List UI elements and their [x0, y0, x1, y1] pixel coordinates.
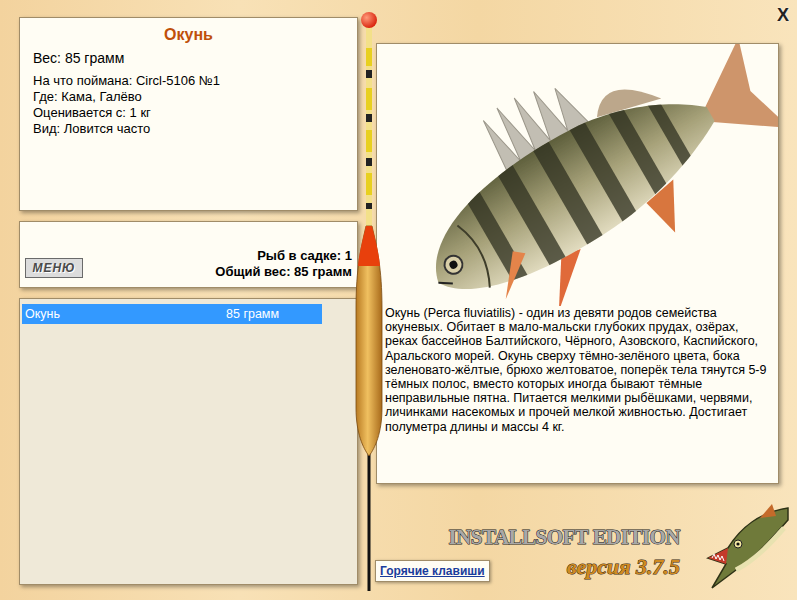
hotkeys-button[interactable]: Горячие клавиши	[375, 560, 490, 582]
catch-row[interactable]: Окунь85 грамм	[22, 304, 322, 324]
fish-description: Окунь (Perca fluviatilis) - один из девя…	[377, 306, 778, 434]
fish-weight: Вес: 85 грамм	[33, 49, 344, 67]
left-column: Окунь Вес: 85 грамм На что поймана: Circ…	[19, 17, 358, 585]
perch-picture-icon	[377, 44, 778, 306]
brand-version: версия 3.7.5	[567, 554, 680, 580]
catch-list-panel: Окунь85 грамм	[19, 298, 358, 585]
fish-info-panel: Окунь Вес: 85 грамм На что поймана: Circ…	[19, 17, 358, 211]
keepnet-summary: Рыб в садке: 1 Общий вес: 85 грамм	[215, 248, 352, 280]
fish-detail: Вид: Ловится часто	[33, 121, 344, 137]
fish-detail: На что поймана: Circl-5106 №1	[33, 73, 344, 89]
fish-title: Окунь	[33, 24, 344, 46]
keepnet-panel: МЕНЮ Рыб в садке: 1 Общий вес: 85 грамм	[19, 221, 358, 288]
catch-list: Окунь85 грамм	[22, 304, 357, 324]
fish-count: Рыб в садке: 1	[257, 248, 352, 264]
fish-details: На что поймана: Circl-5106 №1Где: Кама, …	[33, 73, 344, 137]
fish-detail: Где: Кама, Галёво	[33, 89, 344, 105]
fish-detail: Оценивается с: 1 кг	[33, 105, 344, 121]
right-column: Окунь (Perca fluviatilis) - один из девя…	[376, 17, 779, 585]
bottom-area: INSTALLSOFT EDITION Горячие клавиши верс…	[376, 484, 779, 585]
catch-weight: 85 грамм	[226, 305, 279, 324]
total-weight: Общий вес: 85 грамм	[215, 264, 352, 280]
brand-title: INSTALLSOFT EDITION	[376, 524, 680, 550]
fish-description-panel: Окунь (Perca fluviatilis) - один из девя…	[376, 43, 779, 484]
catch-name: Окунь	[25, 305, 226, 324]
pike-logo-icon	[700, 498, 792, 592]
fishing-float-icon	[353, 8, 385, 593]
bottom-row: Горячие клавиши версия 3.7.5	[376, 554, 680, 582]
close-button[interactable]: X	[775, 5, 791, 25]
main-layout: Окунь Вес: 85 грамм На что поймана: Circ…	[0, 0, 797, 600]
menu-button[interactable]: МЕНЮ	[25, 258, 83, 278]
